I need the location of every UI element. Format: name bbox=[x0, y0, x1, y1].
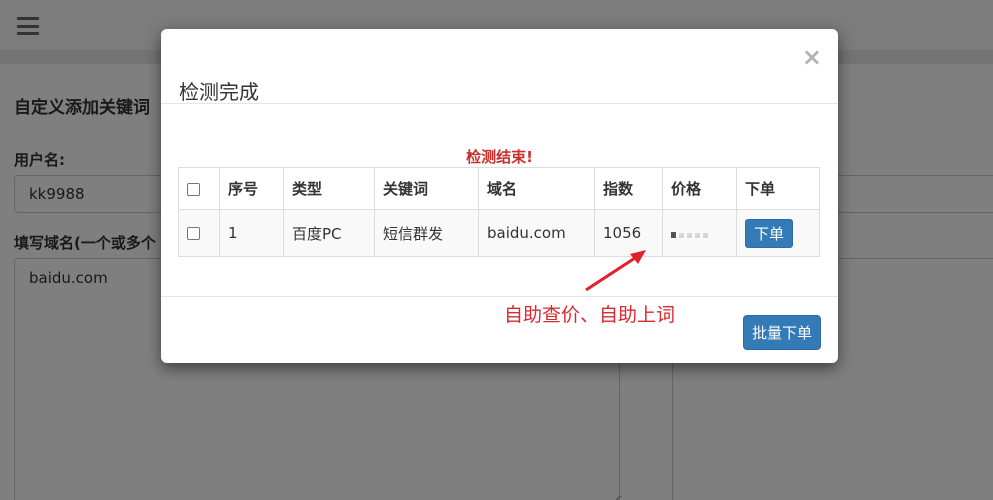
header-price: 价格 bbox=[662, 167, 737, 210]
annotation-text: 自助查价、自助上词 bbox=[504, 304, 676, 326]
header-domain: 域名 bbox=[478, 167, 595, 210]
check-finished-notice: 检测结束! bbox=[466, 148, 533, 166]
header-divider bbox=[161, 103, 838, 104]
cell-domain: baidu.com bbox=[478, 209, 595, 257]
header-order: 下单 bbox=[736, 167, 820, 210]
header-index: 序号 bbox=[219, 167, 284, 210]
footer-divider bbox=[161, 296, 838, 297]
header-keyword: 关键词 bbox=[374, 167, 479, 210]
table-row: 1 百度PC 短信群发 baidu.com 1056 下单 bbox=[178, 209, 820, 257]
table-header-row: 序号 类型 关键词 域名 指数 价格 下单 bbox=[178, 167, 820, 210]
blurred-price bbox=[671, 232, 708, 238]
cell-type: 百度PC bbox=[283, 209, 375, 257]
cell-price bbox=[662, 209, 737, 257]
row-select-cell bbox=[178, 209, 220, 257]
modal-title: 检测完成 bbox=[179, 80, 259, 104]
order-button[interactable]: 下单 bbox=[745, 218, 794, 248]
header-type: 类型 bbox=[283, 167, 375, 210]
row-checkbox[interactable] bbox=[187, 227, 200, 240]
annotation-arrow-icon bbox=[585, 250, 646, 292]
batch-order-button[interactable]: 批量下单 bbox=[742, 315, 821, 350]
header-score: 指数 bbox=[594, 167, 663, 210]
close-icon[interactable]: × bbox=[802, 45, 822, 69]
cell-index: 1 bbox=[219, 209, 284, 257]
cell-keyword: 短信群发 bbox=[374, 209, 479, 257]
result-table: 序号 类型 关键词 域名 指数 价格 下单 1 百度PC 短信群发 baidu.… bbox=[178, 167, 820, 257]
cell-order: 下单 bbox=[736, 209, 820, 257]
result-modal: 检测完成 × 检测结束! 序号 类型 关键词 域名 指数 价格 下单 1 百度P… bbox=[161, 29, 838, 363]
select-all-checkbox[interactable] bbox=[187, 182, 200, 196]
select-all-cell bbox=[178, 167, 220, 210]
